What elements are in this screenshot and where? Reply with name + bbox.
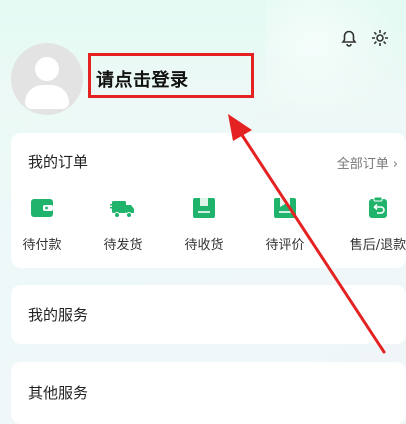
all-orders-link[interactable]: 全部订单 › (337, 153, 398, 172)
order-item-label: 待评价 (265, 238, 305, 253)
wallet-icon (29, 196, 55, 220)
services-card[interactable]: 我的服务 (11, 285, 406, 344)
settings-icon[interactable] (370, 28, 390, 48)
order-item-label: 售后/退款 (349, 238, 406, 253)
header-decoration (266, 0, 406, 130)
avatar-head (35, 57, 59, 81)
order-item-label: 待付款 (22, 238, 62, 253)
avatar-body (25, 85, 69, 109)
refund-icon (365, 196, 391, 220)
login-prompt[interactable]: 请点击登录 (96, 66, 189, 92)
box-icon (191, 196, 217, 220)
order-item-after-sales[interactable]: 售后/退款 (343, 196, 406, 253)
all-orders-label: 全部订单 (336, 157, 389, 172)
chevron-right-icon: › (392, 157, 398, 172)
order-item-pending-receipt[interactable]: 待收货 (169, 196, 239, 253)
orders-title: 我的订单 (28, 153, 89, 171)
order-item-label: 待发货 (103, 238, 143, 253)
order-item-pending-review[interactable]: 待评价 (250, 196, 320, 253)
other-services-card[interactable]: 其他服务 (11, 362, 406, 424)
order-item-label: 待收货 (184, 238, 224, 253)
orders-card: 我的订单 全部订单 › 待付款 待发货 待收货 待评价 售后/退款 (11, 133, 406, 268)
other-services-title: 其他服务 (28, 384, 89, 402)
message-icon[interactable] (339, 28, 359, 48)
avatar[interactable] (11, 43, 83, 115)
services-title: 我的服务 (28, 306, 89, 324)
review-icon (272, 196, 298, 220)
truck-icon (110, 196, 136, 220)
order-item-pending-payment[interactable]: 待付款 (7, 196, 77, 253)
order-item-pending-shipment[interactable]: 待发货 (88, 196, 158, 253)
